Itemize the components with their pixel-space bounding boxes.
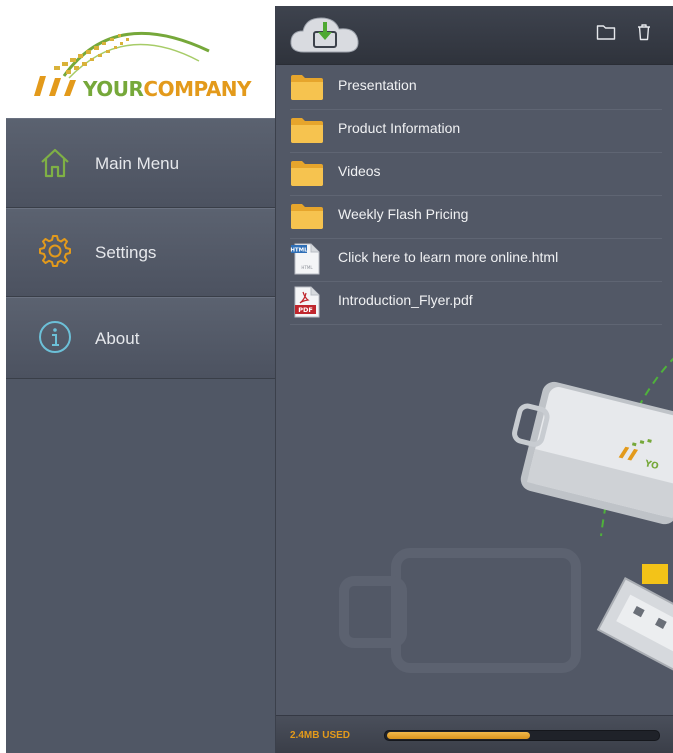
- folder-icon: [291, 161, 323, 186]
- toolbar: [276, 6, 673, 65]
- company-logo: YOURCOMPANY: [6, 6, 275, 118]
- sidebar-item-label: Main Menu: [95, 154, 180, 173]
- folder-icon: [291, 118, 323, 143]
- home-icon: [41, 148, 69, 178]
- sidebar: YOURCOMPANY Main Menu Settings About: [6, 6, 276, 753]
- html-file-icon: HTML HTML: [290, 243, 320, 275]
- folder-icon: [291, 75, 323, 100]
- file-row-html-link[interactable]: HTML HTML Click here to learn more onlin…: [290, 238, 662, 282]
- file-name: Product Information: [338, 120, 461, 136]
- svg-text:HTML: HTML: [301, 265, 313, 270]
- sidebar-item-main-menu[interactable]: Main Menu: [6, 118, 275, 208]
- storage-bar: 2.4MB USED: [276, 715, 673, 753]
- file-row-weekly-flash-pricing[interactable]: Weekly Flash Pricing: [290, 195, 662, 239]
- file-name: Videos: [338, 163, 381, 179]
- trash-icon[interactable]: [636, 23, 652, 41]
- sidebar-item-settings[interactable]: Settings: [6, 208, 275, 297]
- usb-drive-illustration: YO: [339, 357, 673, 676]
- folder-icon: [291, 204, 323, 229]
- pdf-file-icon: PDF: [294, 286, 320, 318]
- file-browser-panel: Presentation Product Information Videos: [276, 6, 673, 753]
- file-row-pdf[interactable]: PDF Introduction_Flyer.pdf: [290, 281, 662, 325]
- file-type-badge: HTML: [290, 248, 308, 254]
- folder-icon[interactable]: [596, 23, 616, 41]
- storage-progress-track: [384, 730, 660, 741]
- sidebar-item-label: Settings: [95, 243, 157, 262]
- file-row-presentation[interactable]: Presentation: [290, 66, 662, 110]
- gear-icon: [39, 235, 71, 267]
- file-name: Click here to learn more online.html: [338, 249, 559, 265]
- sidebar-item-about[interactable]: About: [6, 297, 275, 379]
- file-row-product-information[interactable]: Product Information: [290, 109, 662, 153]
- file-type-badge: PDF: [298, 306, 313, 314]
- file-name: Weekly Flash Pricing: [338, 206, 469, 222]
- storage-used-label: 2.4MB USED: [290, 730, 351, 741]
- info-icon: [39, 321, 71, 353]
- sidebar-item-label: About: [95, 329, 140, 348]
- logo-text: YOURCOMPANY: [83, 77, 252, 101]
- file-name: Introduction_Flyer.pdf: [338, 292, 473, 308]
- app-window: YOURCOMPANY Main Menu Settings About Pre…: [6, 6, 673, 753]
- cloud-download-icon[interactable]: [288, 12, 362, 58]
- storage-progress-fill: [387, 732, 531, 739]
- file-row-videos[interactable]: Videos: [290, 152, 662, 196]
- file-name: Presentation: [338, 77, 417, 93]
